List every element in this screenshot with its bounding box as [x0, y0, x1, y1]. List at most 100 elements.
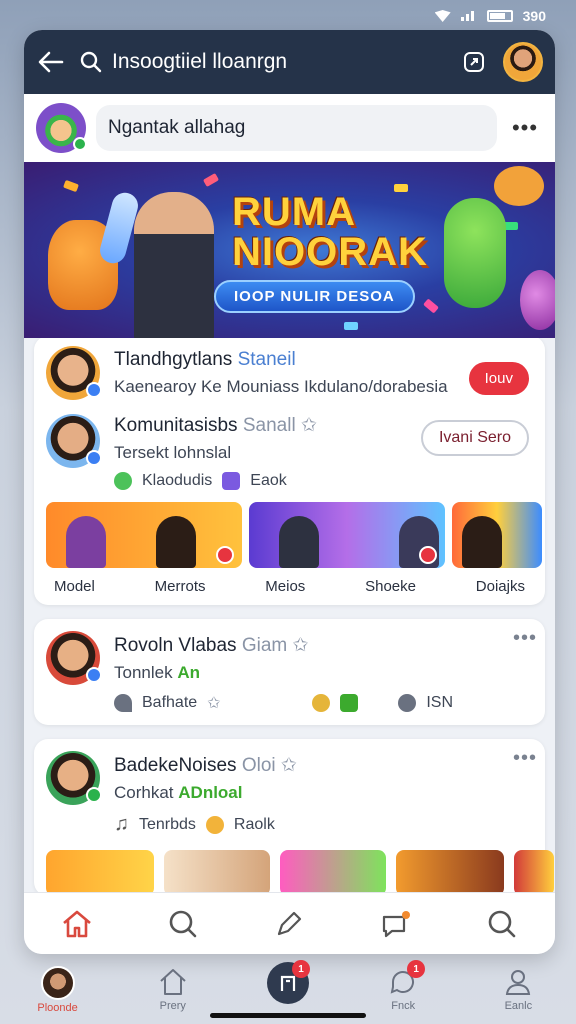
composer-avatar[interactable]	[36, 103, 87, 153]
host-figure	[134, 192, 214, 338]
live-badge-icon	[419, 546, 437, 564]
post-header: BadekeNoises Oloi ✩ Corhkat ADnloal	[46, 751, 533, 805]
list-item[interactable]: Komunitasisbs Sanall ✩ Tersekt lohnslal …	[46, 414, 533, 468]
profile-avatar[interactable]	[503, 42, 543, 82]
carousel-label: Merrots	[154, 578, 206, 595]
search-text: Insoogtiiel lloanrgn	[112, 50, 288, 73]
home-indicator[interactable]	[210, 1013, 366, 1018]
chart-icon	[340, 694, 359, 712]
banner-title: RUMA NIOORAK	[232, 190, 428, 274]
search-icon[interactable]	[165, 906, 201, 942]
post-author: Rovoln Vlabas Giam ✩	[114, 634, 309, 656]
star-icon: ✩	[292, 634, 309, 656]
media-thumb[interactable]	[452, 502, 542, 568]
music-note-icon: ♫	[114, 813, 129, 835]
media-thumb[interactable]	[46, 502, 242, 568]
app-window: Insoogtiiel lloanrgn Ngantak allahag •••…	[24, 30, 555, 954]
online-indicator	[73, 137, 87, 151]
item-title: Tlandhgytlans Staneil	[114, 349, 296, 370]
star-icon: ✩	[300, 415, 317, 436]
item-meta: Klaodudis Eaok	[114, 472, 533, 490]
live-badge-icon	[216, 546, 234, 564]
post-subtitle: Corhkat ADnloal	[114, 782, 243, 802]
post-card[interactable]: BadekeNoises Oloi ✩ Corhkat ADnloal ••• …	[34, 739, 554, 892]
chat-icon	[398, 694, 417, 712]
nav-item-create[interactable]: 1	[248, 960, 328, 1004]
carousel-label: Model	[54, 578, 95, 595]
post-card[interactable]: Rovoln Vlabas Giam ✩ Tonnlek An ••• Bafh…	[34, 619, 545, 725]
more-options-icon[interactable]: •••	[513, 627, 537, 650]
status-time: 390	[522, 8, 546, 24]
hand-icon	[205, 815, 224, 834]
carousel-label: Meios	[265, 578, 306, 595]
more-options-icon[interactable]: •••	[513, 747, 537, 770]
search-icon[interactable]	[484, 906, 520, 942]
avatar	[46, 751, 102, 805]
leaf-icon	[114, 472, 132, 490]
inner-tab-bar	[24, 892, 555, 954]
media-thumb[interactable]	[164, 850, 270, 892]
share-box-icon[interactable]	[459, 47, 489, 77]
post-meta: Bafhate ✩ ISN	[114, 693, 533, 713]
item-description: Tersekt lohnslal	[114, 443, 232, 462]
list-item[interactable]: Tlandhgytlans Staneil Kaenearoy Ke Mouni…	[46, 346, 533, 400]
post-media-strip[interactable]	[46, 850, 554, 892]
banner-subtitle-pill[interactable]: IOOP NULIR DESOA	[214, 280, 415, 313]
join-button[interactable]: Iouv	[468, 362, 529, 395]
flag-icon	[222, 472, 241, 490]
star-icon: ✩	[280, 754, 297, 776]
chat-bubble-icon[interactable]	[378, 906, 414, 942]
back-arrow-icon[interactable]	[36, 47, 66, 77]
home-icon[interactable]	[59, 906, 95, 942]
feed: Tlandhgytlans Staneil Kaenearoy Ke Mouni…	[24, 338, 555, 892]
nav-item-home[interactable]: Prery	[133, 966, 213, 1012]
more-options-icon[interactable]: •••	[507, 113, 543, 143]
star-icon: ✩	[207, 695, 221, 712]
house-icon	[160, 969, 186, 995]
carousel-label: Doiajks	[475, 578, 525, 595]
verified-badge-icon	[86, 450, 102, 466]
media-thumb[interactable]	[249, 502, 445, 568]
carousel-label: Shoeke	[365, 578, 416, 595]
status-icons: 390	[434, 8, 546, 24]
rocket-icon	[114, 694, 132, 712]
media-carousel[interactable]	[46, 502, 542, 568]
promo-banner[interactable]: RUMA NIOORAK IOOP NULIR DESOA	[24, 162, 555, 338]
verified-badge-icon	[86, 667, 102, 683]
media-thumb[interactable]	[396, 850, 504, 892]
bottom-navigation: Ploonde Prery 1 1 Fnck Eanlc	[0, 954, 576, 1024]
avatar	[46, 414, 102, 468]
follow-button[interactable]: Ivani Sero	[420, 420, 529, 456]
search-icon	[80, 51, 102, 73]
notification-badge: 1	[291, 960, 310, 978]
verified-badge-icon	[86, 382, 102, 398]
person-icon	[506, 970, 531, 995]
signal-icon	[460, 11, 477, 21]
post-header: Rovoln Vlabas Giam ✩ Tonnlek An	[46, 631, 533, 685]
post-meta: ♫ Tenrbds Raolk	[114, 813, 275, 835]
post-subtitle: Tonnlek An	[114, 662, 201, 682]
nav-item-account[interactable]: Eanlc	[478, 966, 558, 1012]
community-card: Tlandhgytlans Staneil Kaenearoy Ke Mouni…	[34, 338, 545, 605]
media-thumb[interactable]	[46, 850, 154, 892]
avatar	[46, 346, 102, 400]
pen-icon[interactable]	[271, 906, 307, 942]
battery-icon	[486, 10, 513, 22]
purple-ball	[520, 270, 555, 330]
post-author: BadekeNoises Oloi ✩	[114, 754, 297, 776]
music-icon	[312, 694, 331, 712]
carousel-labels: Model Merrots Meios Shoeke Doiajks	[46, 568, 533, 597]
top-bar: Insoogtiiel lloanrgn	[24, 30, 555, 94]
composer-bar: Ngantak allahag •••	[24, 94, 555, 162]
nav-item-messages[interactable]: 1 Fnck	[363, 960, 443, 1012]
item-description: Kaenearoy Ke Mouniass Ikdulano/dorabesia	[114, 377, 448, 396]
media-thumb[interactable]	[280, 850, 386, 892]
online-badge-icon	[86, 787, 102, 803]
orange-blob	[494, 166, 544, 206]
status-bar: 390	[0, 0, 576, 30]
nav-item-profile[interactable]: Ploonde	[18, 966, 98, 1014]
media-thumb[interactable]	[514, 850, 554, 892]
search-input[interactable]: Insoogtiiel lloanrgn	[80, 50, 445, 74]
wifi-icon	[434, 10, 451, 22]
composer-input[interactable]: Ngantak allahag	[96, 105, 497, 151]
